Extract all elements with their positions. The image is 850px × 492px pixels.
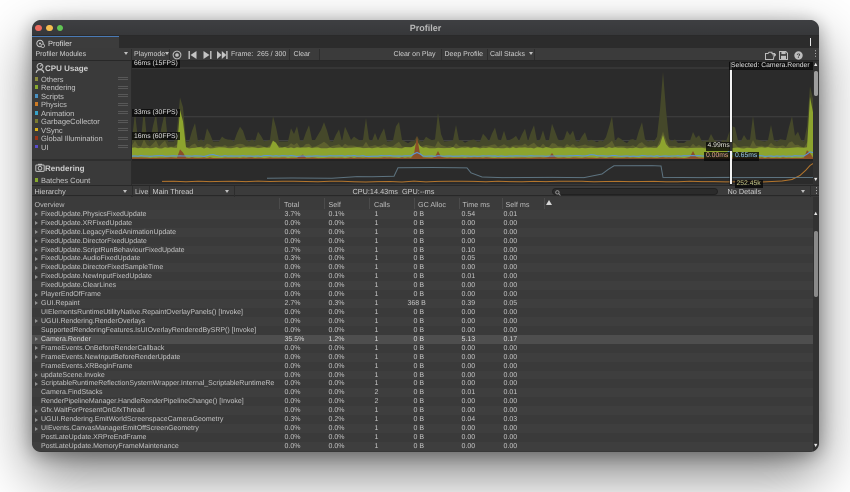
svg-text:?: ? xyxy=(796,52,800,59)
